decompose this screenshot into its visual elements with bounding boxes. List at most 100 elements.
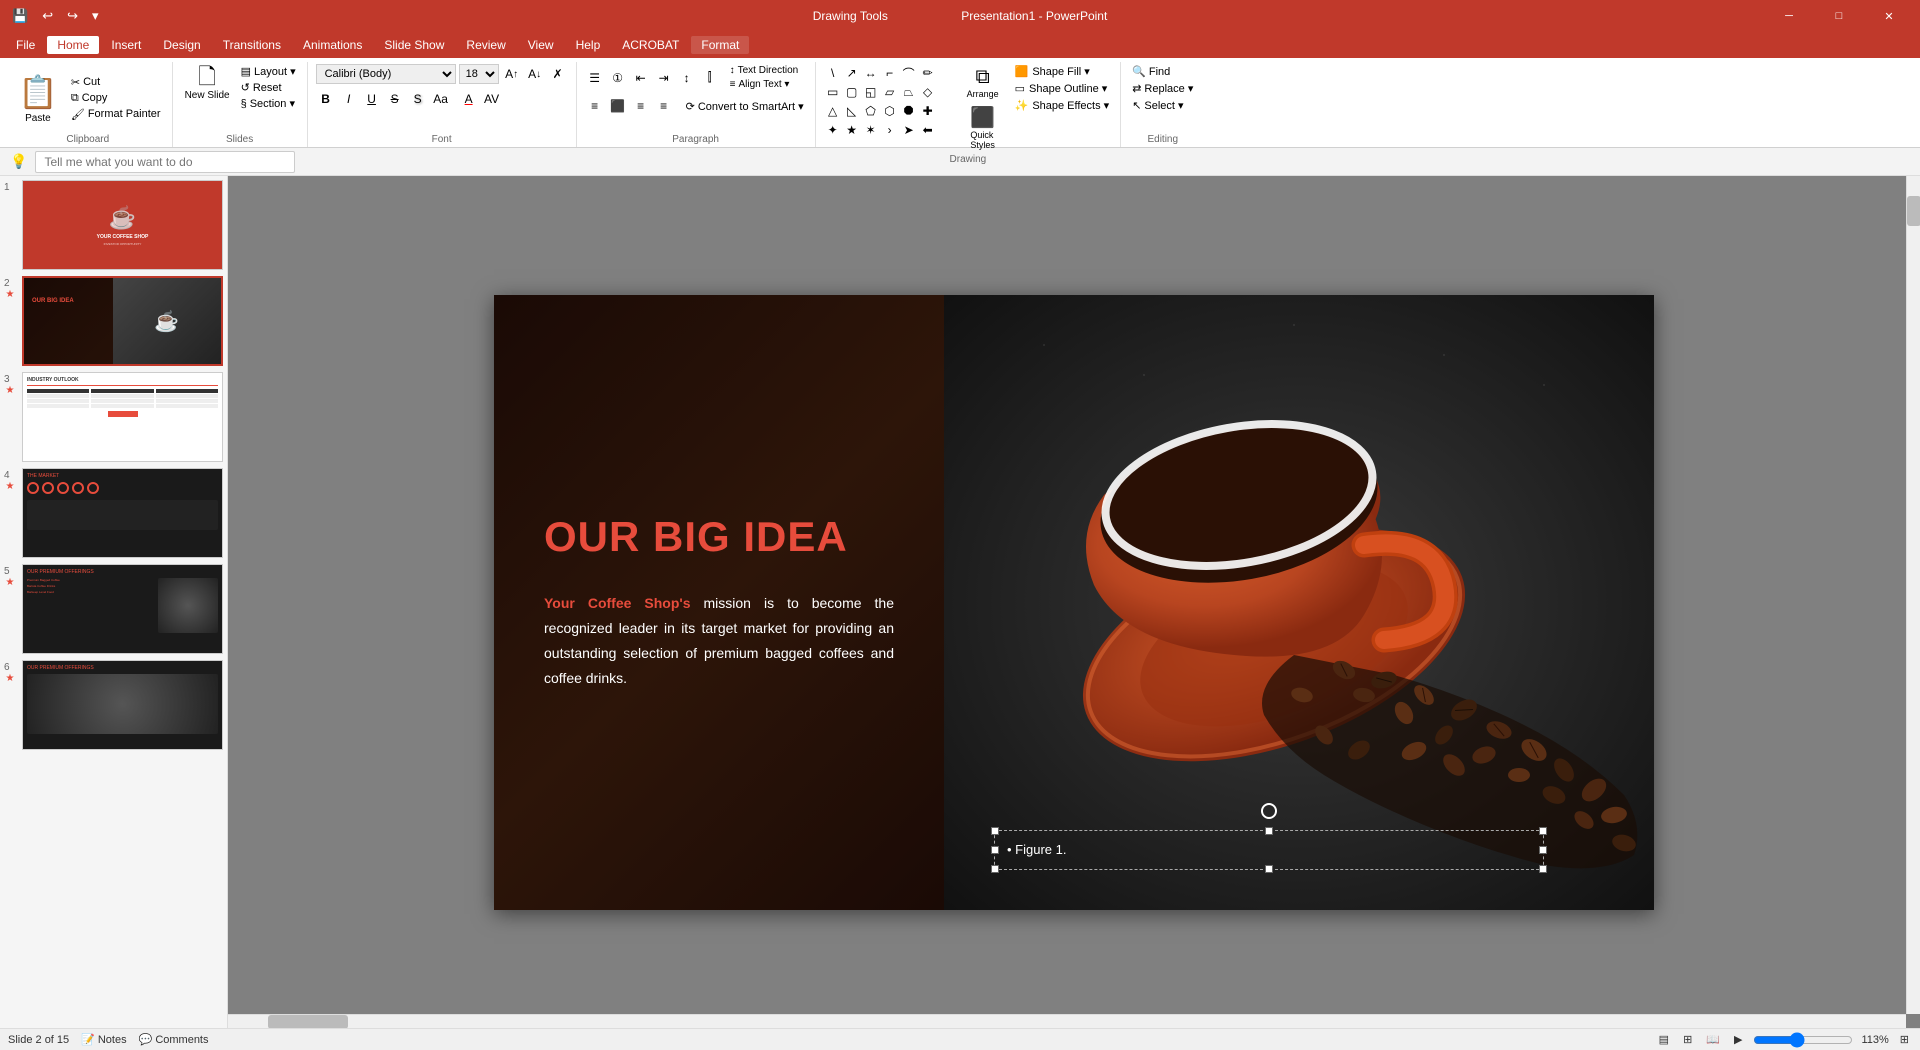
underline-button[interactable]: U [362, 89, 382, 109]
shape-line[interactable]: \ [824, 64, 842, 82]
comments-btn[interactable]: 💬 Comments [139, 1033, 209, 1046]
menu-animations[interactable]: Animations [293, 36, 372, 54]
copy-button[interactable]: ⧉ Copy [68, 91, 164, 106]
shape-star6[interactable]: ✶ [862, 121, 880, 139]
font-family-select[interactable]: Calibri (Body) [316, 64, 456, 84]
minimize-btn[interactable]: ─ [1766, 0, 1812, 32]
shape-star4[interactable]: ✦ [824, 121, 842, 139]
justify-button[interactable]: ≡ [654, 96, 674, 116]
replace-button[interactable]: ⇄ Replace ▾ [1129, 81, 1196, 96]
shape-freeform[interactable]: ✏ [919, 64, 937, 82]
slide-item-6[interactable]: 6 ★ OUR PREMIUM OFFERINGS [4, 660, 223, 750]
close-btn[interactable]: ✕ [1866, 0, 1912, 32]
arrange-button[interactable]: ⧉ Arrange [958, 64, 1008, 101]
slide-item-1[interactable]: 1 ☕ YOUR COFFEE SHOP INVESTOR OPPORTUNIT… [4, 180, 223, 270]
new-slide-button[interactable]: 🗋 New Slide [181, 64, 234, 103]
shape-elbow[interactable]: ⌐ [881, 64, 899, 82]
reset-button[interactable]: ↺ Reset [238, 80, 299, 95]
line-spacing-button[interactable]: ↕ [677, 68, 697, 88]
increase-font-size-button[interactable]: A↑ [502, 64, 522, 84]
menu-acrobat[interactable]: ACROBAT [612, 36, 689, 54]
cut-button[interactable]: ✂ Cut [68, 75, 164, 90]
slide-thumb-4[interactable]: THE MARKET [22, 468, 223, 558]
slide-thumb-6[interactable]: OUR PREMIUM OFFERINGS [22, 660, 223, 750]
menu-design[interactable]: Design [153, 36, 210, 54]
font-color-button[interactable]: A [459, 89, 479, 109]
section-button[interactable]: § Section ▾ [238, 96, 299, 111]
menu-slideshow[interactable]: Slide Show [374, 36, 454, 54]
increase-indent-button[interactable]: ⇥ [654, 68, 674, 88]
strikethrough-button[interactable]: S [385, 89, 405, 109]
shadow-button[interactable]: S [408, 89, 428, 109]
find-button[interactable]: 🔍 Find [1129, 64, 1173, 79]
shape-trapezoid[interactable]: ⏢ [900, 83, 918, 101]
shape-rect[interactable]: ▭ [824, 83, 842, 101]
shape-arrow-line[interactable]: ↗ [843, 64, 861, 82]
resize-handle-tl[interactable] [991, 827, 999, 835]
shape-triangle[interactable]: △ [824, 102, 842, 120]
shape-rtriangle[interactable]: ◺ [843, 102, 861, 120]
slide-thumb-3[interactable]: INDUSTRY OUTLOOK [22, 372, 223, 462]
align-left-button[interactable]: ≡ [585, 96, 605, 116]
slide-body-text[interactable]: Your Coffee Shop's mission is to become … [544, 591, 894, 692]
shape-pentagon[interactable]: ⬠ [862, 102, 880, 120]
decrease-indent-button[interactable]: ⇤ [631, 68, 651, 88]
customize-qa-btn[interactable]: ▾ [88, 6, 103, 26]
fit-to-window-btn[interactable]: ⊞ [1897, 1032, 1912, 1047]
resize-handle-mr[interactable] [1539, 846, 1547, 854]
rotate-handle[interactable] [1261, 803, 1277, 819]
zoom-slider[interactable] [1753, 1032, 1853, 1048]
align-text-button[interactable]: ≡ Align Text ▾ [727, 78, 787, 91]
notes-btn[interactable]: 📝 Notes [81, 1033, 126, 1046]
menu-transitions[interactable]: Transitions [213, 36, 291, 54]
shape-double-arrow[interactable]: ↔ [862, 64, 880, 82]
shape-diamond[interactable]: ◇ [919, 83, 937, 101]
layout-button[interactable]: ▤ Layout ▾ [238, 64, 299, 79]
shape-effects-button[interactable]: ✨ Shape Effects ▾ [1012, 98, 1113, 113]
shape-outline-button[interactable]: ▭ Shape Outline ▾ [1012, 81, 1113, 96]
vertical-scrollbar[interactable] [1906, 176, 1920, 1014]
shape-snip-rect[interactable]: ◱ [862, 83, 880, 101]
columns-button[interactable]: ⫿ [700, 68, 720, 88]
shape-chevron[interactable]: › [881, 121, 899, 139]
menu-file[interactable]: File [6, 36, 45, 54]
resize-handle-tm[interactable] [1265, 827, 1273, 835]
text-direction-button[interactable]: ↕ Text Direction [727, 64, 787, 77]
quick-styles-button[interactable]: ⬛ QuickStyles [958, 103, 1008, 152]
menu-review[interactable]: Review [456, 36, 515, 54]
slide-thumb-1[interactable]: ☕ YOUR COFFEE SHOP INVESTOR OPPORTUNITY [22, 180, 223, 270]
resize-handle-br[interactable] [1539, 865, 1547, 873]
shape-hexagon[interactable]: ⬡ [881, 102, 899, 120]
resize-handle-bl[interactable] [991, 865, 999, 873]
bullets-button[interactable]: ☰ [585, 68, 605, 88]
reading-view-btn[interactable]: 📖 [1703, 1032, 1723, 1047]
menu-format[interactable]: Format [691, 36, 749, 54]
slideshow-btn[interactable]: ▶ [1731, 1032, 1745, 1047]
restore-btn[interactable]: □ [1816, 0, 1862, 32]
clear-format-button[interactable]: ✗ [548, 64, 568, 84]
shape-curve[interactable]: ⌒ [900, 64, 918, 82]
decrease-font-size-button[interactable]: A↓ [525, 64, 545, 84]
paste-button[interactable]: 📋 Paste [12, 64, 64, 132]
resize-handle-ml[interactable] [991, 846, 999, 854]
resize-handle-tr[interactable] [1539, 827, 1547, 835]
format-painter-button[interactable]: 🖌 Format Painter [68, 107, 164, 122]
change-case-button[interactable]: Aa [431, 89, 451, 109]
align-right-button[interactable]: ≡ [631, 96, 651, 116]
save-btn[interactable]: 💾 [8, 6, 32, 26]
menu-insert[interactable]: Insert [101, 36, 151, 54]
slide-item-5[interactable]: 5 ★ OUR PREMIUM OFFERINGS Premium Bagged… [4, 564, 223, 654]
font-size-select[interactable]: 18 [459, 64, 499, 84]
select-button[interactable]: ↖ Select ▾ [1129, 98, 1186, 113]
resize-handle-bm[interactable] [1265, 865, 1273, 873]
menu-home[interactable]: Home [47, 36, 99, 54]
undo-btn[interactable]: ↩ [38, 6, 57, 26]
slide-thumb-2[interactable]: OUR BIG IDEA ☕ [22, 276, 223, 366]
char-spacing-button[interactable]: AV [482, 89, 502, 109]
slide-item-2[interactable]: 2 ★ OUR BIG IDEA ☕ [4, 276, 223, 366]
shape-star5[interactable]: ★ [843, 121, 861, 139]
slide-thumb-5[interactable]: OUR PREMIUM OFFERINGS Premium Bagged Cof… [22, 564, 223, 654]
numbering-button[interactable]: ① [608, 68, 628, 88]
normal-view-btn[interactable]: ▤ [1656, 1032, 1672, 1047]
horizontal-scrollbar[interactable] [228, 1014, 1906, 1028]
